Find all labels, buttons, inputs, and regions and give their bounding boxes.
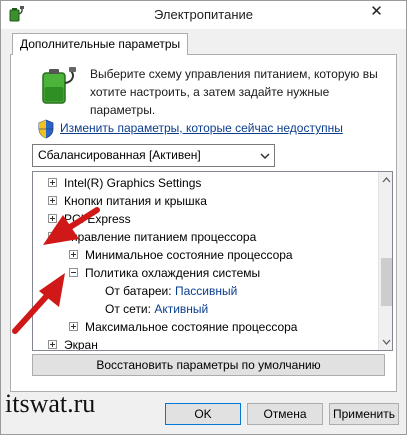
site-watermark: itswat.ru (5, 389, 96, 418)
dropdown-arrow-icon (260, 153, 270, 160)
scroll-down-icon[interactable] (379, 334, 393, 350)
titlebar: Электропитание ✕ (1, 1, 406, 29)
cancel-button[interactable]: Отмена (247, 403, 323, 425)
settings-tree[interactable]: Intel(R) Graphics Settings Кнопки питани… (32, 171, 393, 351)
power-plan-value: Сбалансированная [Активен] (38, 148, 201, 162)
tab-panel: Выберите схему управления питанием, кото… (10, 54, 397, 392)
change-unavailable-settings-link[interactable]: Изменить параметры, которые сейчас недос… (60, 121, 343, 135)
tree-scrollbar[interactable] (378, 172, 393, 350)
power-options-window: Электропитание ✕ Дополнительные параметр… (0, 0, 407, 435)
scroll-up-icon[interactable] (379, 172, 393, 188)
expand-icon[interactable] (69, 322, 78, 331)
power-plan-select[interactable]: Сбалансированная [Активен] (32, 144, 275, 167)
restore-defaults-button[interactable]: Восстановить параметры по умолчанию (32, 354, 385, 376)
window-title: Электропитание (154, 7, 253, 22)
ok-button[interactable]: OK (165, 403, 241, 425)
expand-icon[interactable] (48, 196, 57, 205)
close-icon: ✕ (370, 3, 383, 20)
tree-setting-ac[interactable]: От сети: Активный (105, 300, 208, 318)
scroll-thumb[interactable] (381, 258, 392, 306)
description-text: Выберите схему управления питанием, кото… (90, 67, 378, 117)
battery-value[interactable]: Пассивный (175, 284, 237, 298)
expand-icon[interactable] (69, 250, 78, 259)
close-button[interactable]: ✕ (354, 1, 399, 23)
collapse-icon[interactable] (69, 268, 78, 277)
tab-advanced-settings[interactable]: Дополнительные параметры (12, 33, 189, 55)
expand-icon[interactable] (48, 340, 57, 349)
collapse-icon[interactable] (48, 232, 57, 241)
tree-setting-battery[interactable]: От батареи: Пассивный (105, 282, 237, 300)
expand-icon[interactable] (48, 214, 57, 223)
apply-button[interactable]: Применить (329, 403, 399, 425)
ac-value[interactable]: Активный (154, 302, 208, 316)
uac-shield-icon (38, 119, 54, 139)
expand-icon[interactable] (48, 178, 57, 187)
dialog-client: Дополнительные параметры Выберите схему … (1, 29, 406, 434)
battery-icon (42, 67, 76, 104)
